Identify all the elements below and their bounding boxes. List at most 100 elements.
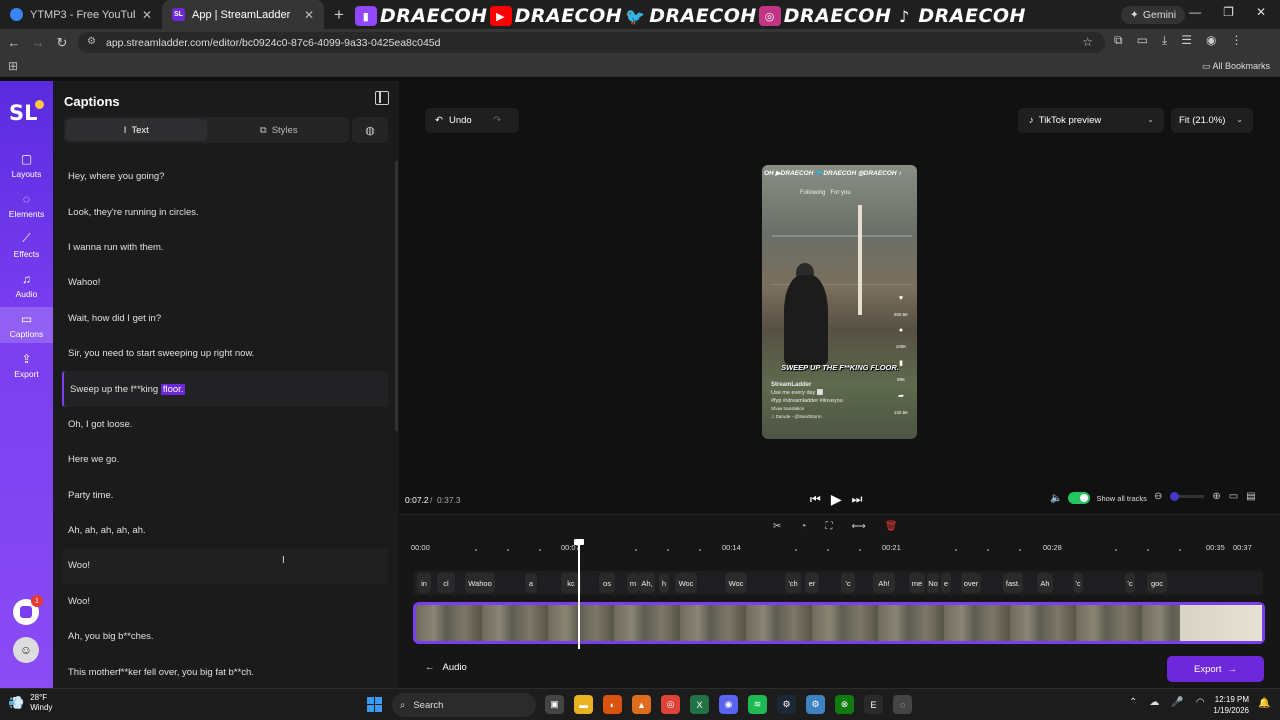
panel-scrollbar[interactable]: [395, 161, 398, 431]
discord-icon[interactable]: ◉: [719, 695, 738, 714]
back-icon[interactable]: ←: [2, 35, 26, 50]
close-icon[interactable]: ✕: [304, 8, 314, 22]
volume-icon[interactable]: 🔈: [1050, 493, 1062, 504]
redo-icon[interactable]: ↷: [493, 115, 501, 126]
caption-item[interactable]: Ah, ah, ah, ah, ah.: [62, 513, 388, 548]
streamladder-logo[interactable]: SL: [9, 101, 38, 125]
tab-styles[interactable]: ⧉ Styles: [209, 117, 350, 143]
speed-icon[interactable]: ◔: [800, 521, 806, 532]
zoom-slider[interactable]: [1170, 492, 1205, 501]
audio-button[interactable]: ← Audio: [425, 662, 467, 673]
settings-icon[interactable]: ⚙: [806, 695, 825, 714]
task-view-icon[interactable]: ▣: [545, 695, 564, 714]
app-icon[interactable]: ◐: [603, 695, 622, 714]
caption-item[interactable]: Here we go.: [62, 442, 388, 477]
ruler-label: 00:14: [722, 543, 741, 552]
close-window-icon[interactable]: ✕: [1256, 5, 1266, 19]
undo-button[interactable]: ↶ Undo: [425, 115, 493, 126]
app-icon[interactable]: ▲: [632, 695, 651, 714]
chrome-icon[interactable]: ◎: [661, 695, 680, 714]
reload-icon[interactable]: ↻: [50, 35, 74, 51]
app-icon[interactable]: ◌: [893, 695, 912, 714]
site-info-icon[interactable]: ⚙: [87, 36, 96, 47]
caption-item[interactable]: Hey, where you going?: [62, 159, 388, 194]
chevron-up-icon[interactable]: ⌃: [1129, 697, 1137, 708]
caption-track-icon[interactable]: ▭: [1229, 491, 1238, 502]
split-icon[interactable]: ⟷: [851, 521, 865, 532]
tab-streamladder[interactable]: SL App | StreamLadder ✕: [162, 0, 324, 29]
caption-item-active[interactable]: Sweep up the f**king floor.: [62, 371, 388, 407]
menu-icon[interactable]: ⋮: [1230, 33, 1242, 48]
caption-item[interactable]: Woo!: [62, 584, 388, 619]
caption-item[interactable]: Look, they're running in circles.: [62, 194, 388, 229]
playhead[interactable]: [574, 539, 584, 649]
skip-forward-icon[interactable]: ⏭: [852, 492, 863, 507]
zoom-in-icon[interactable]: ⊕: [1212, 491, 1220, 502]
profile-icon[interactable]: ◉: [1206, 33, 1216, 48]
new-tab-button[interactable]: +: [324, 5, 354, 25]
nav-export[interactable]: ⇪ Export: [0, 347, 53, 383]
nav-effects[interactable]: ⟋ Effects: [0, 227, 53, 263]
tab-ytmp3[interactable]: YTMP3 - Free YouTube to MP3 ✕: [0, 0, 162, 29]
maximize-icon[interactable]: ❐: [1223, 5, 1234, 19]
taskbar-search[interactable]: ⌕ Search: [392, 693, 536, 717]
weather-condition: Windy: [30, 703, 53, 712]
steam-icon[interactable]: ⚙: [777, 695, 796, 714]
caption-item[interactable]: Party time.: [62, 478, 388, 513]
export-button[interactable]: Export →: [1167, 656, 1264, 682]
nav-audio[interactable]: ♫ Audio: [0, 267, 53, 303]
layout-icon[interactable]: ▤: [1246, 491, 1255, 502]
play-icon[interactable]: ▶: [831, 491, 842, 508]
nav-elements[interactable]: ◌ Elements: [0, 187, 53, 223]
microphone-icon[interactable]: 🎤: [1171, 697, 1183, 708]
caption-track[interactable]: in cl Wahoo a kc os m Ah, h Woc Woc 'ch …: [413, 571, 1263, 595]
xbox-icon[interactable]: ⊗: [835, 695, 854, 714]
caption-item[interactable]: Ah, you big b**ches.: [62, 619, 388, 654]
tiktok-preview[interactable]: OH ▶DRAECOH 🐦DRAECOH ◎DRAECOH ♪ Followin…: [762, 165, 917, 439]
extensions-icon[interactable]: ⧉: [1114, 33, 1123, 48]
cloud-icon[interactable]: ☁: [1149, 697, 1159, 708]
forward-icon[interactable]: →: [26, 35, 50, 50]
preview-mode-select[interactable]: ♪ TikTok preview ⌄: [1018, 108, 1164, 133]
bookmark-star-icon[interactable]: ☆: [1082, 35, 1093, 49]
time-ruler[interactable]: 00:00 00:07 00:14 00:21 00:28 00:35 00:3…: [411, 543, 1259, 557]
caption-item[interactable]: Oh, I got loose.: [62, 407, 388, 442]
caption-item[interactable]: Wait, how did I get in?: [62, 301, 388, 336]
apps-grid-icon[interactable]: ⊞: [8, 59, 18, 73]
caption-item[interactable]: I wanna run with them.: [62, 230, 388, 265]
file-explorer-icon[interactable]: ▬: [574, 695, 593, 714]
spotify-icon[interactable]: ≋: [748, 695, 767, 714]
taskbar-clock[interactable]: 12:19 PM 1/19/2026: [1203, 694, 1249, 716]
download-icon[interactable]: ⤓: [1162, 33, 1167, 48]
caption-item[interactable]: Woo!: [62, 548, 388, 584]
minimize-icon[interactable]: —: [1189, 5, 1201, 19]
all-bookmarks-link[interactable]: ▭ All Bookmarks: [1202, 61, 1270, 72]
video-track[interactable]: [413, 602, 1265, 644]
palette-button[interactable]: ◍: [352, 117, 388, 143]
zoom-out-icon[interactable]: ⊖: [1154, 491, 1162, 502]
weather-widget[interactable]: 💨 28°F Windy: [8, 693, 52, 713]
tab-text[interactable]: I Text: [66, 119, 207, 141]
excel-icon[interactable]: X: [690, 695, 709, 714]
nav-captions[interactable]: ▭ Captions: [0, 307, 53, 343]
cast-icon[interactable]: ▭: [1137, 33, 1148, 48]
nav-layouts[interactable]: ▢ Layouts: [0, 147, 53, 183]
gemini-button[interactable]: ✦ Gemini: [1121, 6, 1186, 24]
skip-back-icon[interactable]: ⏮: [810, 492, 821, 507]
close-icon[interactable]: ✕: [142, 8, 152, 22]
avatar[interactable]: ☺: [13, 637, 39, 663]
notification-bell-icon[interactable]: 🔔: [1258, 698, 1270, 709]
collapse-panel-icon[interactable]: [375, 91, 389, 105]
caption-item[interactable]: Wahoo!: [62, 265, 388, 300]
zoom-fit-select[interactable]: Fit (21.0%) ⌄: [1171, 108, 1253, 133]
fullscreen-icon[interactable]: ⛶: [825, 521, 832, 532]
scissors-icon[interactable]: ✂: [773, 521, 781, 532]
epic-games-icon[interactable]: E: [864, 695, 883, 714]
caption-item[interactable]: Sir, you need to start sweeping up right…: [62, 336, 388, 371]
start-button[interactable]: [367, 697, 382, 712]
trash-icon[interactable]: 🗑: [885, 521, 898, 532]
url-field[interactable]: ⚙ app.streamladder.com/editor/bc0924c0-8…: [78, 32, 1105, 53]
reading-list-icon[interactable]: ☰: [1181, 33, 1192, 48]
show-all-tracks-toggle[interactable]: [1068, 492, 1091, 504]
caption-item[interactable]: This motherf**ker fell over, you big fat…: [62, 654, 388, 689]
